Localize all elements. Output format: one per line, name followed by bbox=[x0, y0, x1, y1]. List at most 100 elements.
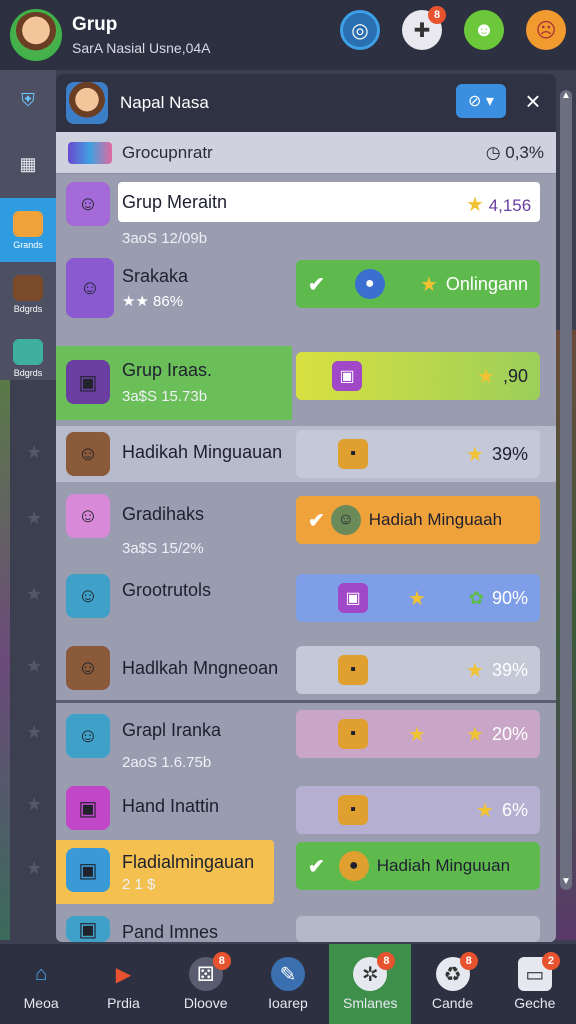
star-icon: ★ bbox=[466, 659, 484, 682]
divider bbox=[56, 700, 556, 703]
star-icon[interactable]: ★ bbox=[26, 442, 42, 463]
list-item-highlighted[interactable]: ▣ Fladialmingauan 2 1 $ bbox=[56, 840, 274, 904]
header-text: Grup SarA Nasial Usne,04A bbox=[72, 14, 211, 56]
star-icon[interactable]: ★ bbox=[26, 508, 42, 529]
nav-item-dice[interactable]: ⚄ 8 Dloove bbox=[165, 944, 247, 1024]
sidebar-item-grid[interactable]: ▦ bbox=[0, 134, 56, 198]
item-name: Hadikah Minguauan bbox=[122, 442, 283, 462]
nav-item-recycle[interactable]: ♻ 8 Cande bbox=[411, 944, 493, 1024]
scroll-up-icon[interactable]: ▲ bbox=[560, 90, 572, 104]
list-item[interactable]: ▣ Pand Imnes bbox=[56, 914, 556, 942]
claim-button[interactable]: ✔ ☺ Hadiah Minguaah bbox=[296, 496, 540, 544]
scroll-down-icon[interactable]: ▼ bbox=[560, 876, 572, 890]
hero-icon: ☺ bbox=[66, 646, 110, 690]
star-icon[interactable]: ★ bbox=[26, 656, 42, 677]
coin-chest-icon: ▪ bbox=[338, 719, 368, 749]
nav-item-play[interactable]: ▶ Prdia bbox=[82, 944, 164, 1024]
reward-bar[interactable]: ▪ ★ 6% bbox=[296, 786, 540, 834]
header-icons: ◎ ✚ 8 ☻ ☹ bbox=[340, 6, 566, 50]
list-item[interactable]: ☺ Hadlkah Mngneoan ▪ ★ 39% bbox=[56, 640, 556, 696]
compass-icon: ✎ bbox=[270, 957, 305, 991]
star-icon: ★ bbox=[477, 365, 495, 388]
sidebar-item-hero[interactable]: Bdgrds bbox=[0, 262, 56, 326]
check-icon: ✔ bbox=[308, 273, 325, 296]
scrollbar[interactable]: ▲ ▼ bbox=[560, 90, 572, 890]
star-icon[interactable]: ★ bbox=[26, 858, 42, 879]
header-subtitle: SarA Nasial Usne,04A bbox=[72, 40, 211, 56]
close-button[interactable]: × bbox=[518, 84, 548, 118]
star-icon: ★ bbox=[419, 273, 438, 296]
gift-icon: ▣ bbox=[332, 361, 362, 391]
top-header: Grup SarA Nasial Usne,04A ◎ ✚ 8 ☻ ☹ bbox=[0, 0, 576, 70]
filter-icon: ⊘ ▾ bbox=[468, 93, 494, 110]
star-icon: ★ bbox=[408, 723, 426, 746]
sidebar-item-shield[interactable]: ⛨ bbox=[0, 70, 56, 134]
nav-item-puzzle[interactable]: ✲ 8 Smlanes bbox=[329, 944, 412, 1024]
claim-button[interactable]: ✔ ● ★ Onlingann bbox=[296, 260, 540, 308]
nav-label: Meoa bbox=[23, 995, 59, 1011]
home-icon: ⌂ bbox=[35, 962, 48, 985]
item-sub: ★★ 86% bbox=[122, 293, 184, 310]
filter-button[interactable]: ⊘ ▾ bbox=[456, 84, 506, 118]
star-icon: ★ bbox=[408, 587, 426, 610]
hero-icon: ☺ bbox=[66, 258, 114, 318]
list-item[interactable]: ☺ Grapl Iranka 2aoS 1.6.75b ▪ ★ ★ 20% bbox=[56, 708, 556, 780]
item-name: Grup Meraitn bbox=[122, 192, 228, 212]
list-item[interactable]: ☺ Hadikah Minguauan ▪ ★ 39% bbox=[56, 426, 556, 482]
list-item[interactable]: ☺ Grootrutols ▣ ★ ✿ 90% bbox=[56, 568, 556, 628]
reward-bar[interactable]: ▣ ★ ✿ 90% bbox=[296, 574, 540, 622]
star-icon[interactable]: ★ bbox=[26, 794, 42, 815]
item-name: Hadlkah Mngneoan bbox=[122, 658, 279, 678]
list-item[interactable]: ☺ Gradihaks 3a$S 15/2% ✔ ☺ Hadiah Mingua… bbox=[56, 488, 556, 564]
item-name: Grootrutols bbox=[122, 580, 212, 600]
list-item[interactable]: ☺ Grup Meraitn 3aoS 12/09b ★ 4,156 bbox=[56, 178, 556, 248]
notification-badge: 8 bbox=[459, 952, 478, 970]
coin-chest-icon: ▪ bbox=[338, 795, 368, 825]
list-item[interactable]: ▣ Hand Inattin ▪ ★ 6% bbox=[56, 782, 556, 838]
reward-bar[interactable] bbox=[296, 916, 540, 942]
notification-badge: 8 bbox=[212, 952, 231, 970]
reward-value: 39% bbox=[491, 659, 528, 680]
treasure-icon bbox=[13, 210, 43, 237]
sad-face-icon[interactable]: ☹ bbox=[526, 10, 566, 50]
item-sub: 3a$S 15/2% bbox=[122, 540, 204, 557]
reward-value: ,90 bbox=[502, 365, 528, 386]
star-icon[interactable]: ★ bbox=[26, 722, 42, 743]
sidebar-item-label: Grands bbox=[13, 239, 43, 250]
list-item[interactable]: ☺ Srakaka ★★ 86% ✔ ● ★ Onlingann bbox=[56, 252, 556, 336]
reward-bar[interactable]: ▣ ★ ,90 bbox=[296, 352, 540, 400]
nav-label: Prdia bbox=[107, 995, 140, 1011]
item-name: Hand Inattin bbox=[122, 796, 220, 816]
reward-bar[interactable]: ▪ ★ 39% bbox=[296, 430, 540, 478]
claim-button[interactable]: ✔ ● Hadiah Minguuan bbox=[296, 842, 540, 890]
sidebar-item-grands[interactable]: Grands bbox=[0, 198, 56, 262]
notification-badge: 8 bbox=[428, 6, 446, 24]
nav-label: Cande bbox=[431, 995, 474, 1011]
profile-avatar[interactable] bbox=[10, 9, 62, 61]
target-icon[interactable]: ◎ bbox=[340, 10, 380, 50]
reward-bar[interactable]: ▪ ★ 39% bbox=[296, 646, 540, 694]
item-name: Gradihaks bbox=[122, 504, 205, 524]
reward-value: 6% bbox=[501, 799, 528, 820]
smile-star-icon[interactable]: ☻ bbox=[464, 10, 504, 50]
hero-icon: ☺ bbox=[66, 494, 110, 538]
chest-icon: ▣ bbox=[66, 360, 110, 404]
reward-value: 90% bbox=[491, 587, 528, 608]
star-icon: ★ bbox=[466, 723, 484, 746]
play-icon: ▶ bbox=[115, 963, 132, 986]
button-label: Hadiah Minguaah bbox=[368, 510, 503, 529]
check-icon: ✔ bbox=[308, 855, 325, 878]
star-icon[interactable]: ★ bbox=[26, 584, 42, 605]
sidebar-item-label: Bdgrds bbox=[13, 303, 43, 314]
item-value: ★ 4,156 bbox=[466, 192, 531, 217]
nav-label: Smlanes bbox=[343, 995, 398, 1011]
button-label: Hadiah Minguuan bbox=[376, 856, 511, 875]
list-item-highlighted[interactable]: ▣ Grup Iraas. 3a$S 15.73b bbox=[56, 346, 292, 420]
chest-icon: ▣ bbox=[66, 916, 110, 942]
hero-icon: ☺ bbox=[66, 182, 110, 226]
nav-item-compass[interactable]: ✎ Ioarep bbox=[247, 944, 329, 1024]
gamepad-icon[interactable]: ✚ 8 bbox=[402, 6, 446, 50]
nav-item-chat[interactable]: ▭ 2 Geche bbox=[494, 944, 576, 1024]
reward-bar[interactable]: ▪ ★ ★ 20% bbox=[296, 710, 540, 758]
nav-item-home[interactable]: ⌂ Meoa bbox=[0, 944, 82, 1024]
